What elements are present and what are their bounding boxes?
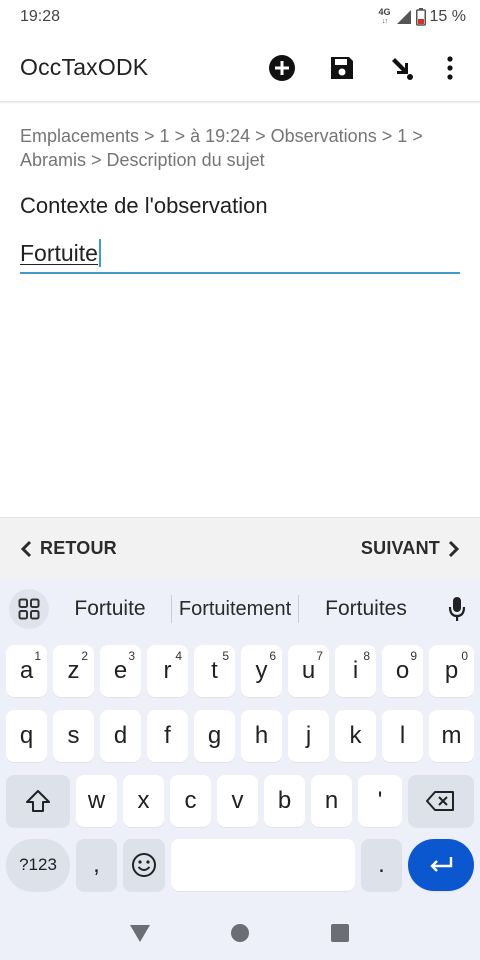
key-p[interactable]: p0 xyxy=(429,645,474,697)
battery-level: 15 % xyxy=(429,8,466,25)
enter-key[interactable] xyxy=(408,839,474,891)
soft-keyboard: Fortuite Fortuitement Fortuites a1 z2 e3… xyxy=(0,579,480,905)
key-b[interactable]: b xyxy=(264,775,305,827)
key-comma[interactable]: , xyxy=(76,839,117,891)
key-h[interactable]: h xyxy=(241,710,282,762)
key-k[interactable]: k xyxy=(335,710,376,762)
keyboard-apps-button[interactable] xyxy=(9,589,49,629)
suggestion-3[interactable]: Fortuites xyxy=(299,597,433,621)
signal-icon xyxy=(396,10,411,24)
space-key[interactable] xyxy=(171,839,355,891)
text-caret xyxy=(98,239,101,267)
system-home-button[interactable] xyxy=(220,913,260,953)
backspace-icon xyxy=(426,791,454,811)
backspace-key[interactable] xyxy=(408,775,474,827)
key-j[interactable]: j xyxy=(288,710,329,762)
key-g[interactable]: g xyxy=(194,710,235,762)
key-e[interactable]: e3 xyxy=(100,645,141,697)
suggestion-2[interactable]: Fortuitement xyxy=(172,598,298,621)
answer-input[interactable]: Fortuite xyxy=(20,234,460,274)
enter-icon xyxy=(430,857,453,872)
key-f[interactable]: f xyxy=(147,710,188,762)
add-repeat-button[interactable] xyxy=(252,42,312,94)
chevron-left-icon xyxy=(20,540,32,557)
key-s[interactable]: s xyxy=(53,710,94,762)
status-time: 19:28 xyxy=(20,8,61,25)
key-t[interactable]: t5 xyxy=(194,645,235,697)
arrow-down-right-icon xyxy=(392,57,413,80)
key-r[interactable]: r4 xyxy=(147,645,188,697)
back-button[interactable]: RETOUR xyxy=(20,538,117,559)
chevron-right-icon xyxy=(448,540,460,557)
voice-input-button[interactable] xyxy=(437,589,477,629)
circle-home-icon xyxy=(231,923,249,942)
key-c[interactable]: c xyxy=(170,775,211,827)
triangle-back-icon xyxy=(130,924,150,942)
square-recents-icon xyxy=(331,923,349,942)
back-label: RETOUR xyxy=(40,538,117,558)
key-y[interactable]: y6 xyxy=(241,645,282,697)
system-navigation-bar xyxy=(0,905,480,960)
suggestion-strip: Fortuite Fortuitement Fortuites xyxy=(0,579,480,639)
key-apostrophe[interactable]: ' xyxy=(358,775,402,827)
next-button[interactable]: SUIVANT xyxy=(361,538,460,559)
key-d[interactable]: d xyxy=(100,710,141,762)
system-recents-button[interactable] xyxy=(320,913,360,953)
key-u[interactable]: u7 xyxy=(288,645,329,697)
key-i[interactable]: i8 xyxy=(335,645,376,697)
more-vert-icon xyxy=(447,55,453,80)
form-navigation: RETOUR SUIVANT xyxy=(0,517,480,579)
jump-to-end-button[interactable] xyxy=(372,42,432,94)
battery-icon xyxy=(415,8,426,26)
status-icons: 4G ↓↑ 15 % xyxy=(379,8,466,26)
app-title: OccTaxODK xyxy=(20,54,149,80)
overflow-menu-button[interactable] xyxy=(432,42,468,94)
network-type-icon: 4G ↓↑ xyxy=(378,7,391,26)
symbols-key[interactable]: ?123 xyxy=(6,839,70,891)
key-q[interactable]: q xyxy=(6,710,47,762)
key-v[interactable]: v xyxy=(217,775,258,827)
key-n[interactable]: n xyxy=(311,775,352,827)
shift-icon xyxy=(26,790,50,812)
add-circle-icon xyxy=(269,54,295,81)
app-bar: OccTaxODK xyxy=(0,34,480,102)
key-a[interactable]: a1 xyxy=(6,645,47,697)
save-button[interactable] xyxy=(312,42,372,94)
system-back-button[interactable] xyxy=(120,913,160,953)
key-x[interactable]: x xyxy=(123,775,164,827)
next-label: SUIVANT xyxy=(360,538,440,558)
mic-icon xyxy=(448,597,466,621)
status-bar: 19:28 4G ↓↑ 15 % xyxy=(0,0,480,34)
apps-grid-icon xyxy=(18,598,40,620)
shift-key[interactable] xyxy=(6,775,70,827)
breadcrumb: Emplacements > 1 > à 19:24 > Observation… xyxy=(20,126,423,170)
key-m[interactable]: m xyxy=(429,710,474,762)
key-o[interactable]: o9 xyxy=(382,645,423,697)
key-l[interactable]: l xyxy=(382,710,423,762)
emoji-key[interactable] xyxy=(123,839,165,891)
save-icon xyxy=(331,56,353,79)
key-w[interactable]: w xyxy=(76,775,117,827)
app-actions xyxy=(252,42,468,94)
key-z[interactable]: z2 xyxy=(53,645,94,697)
suggestion-1[interactable]: Fortuite xyxy=(49,597,171,621)
answer-value: Fortuite xyxy=(20,239,98,266)
emoji-icon xyxy=(132,853,156,877)
question-label: Contexte de l'observation xyxy=(20,193,268,218)
key-period[interactable]: . xyxy=(361,839,402,891)
